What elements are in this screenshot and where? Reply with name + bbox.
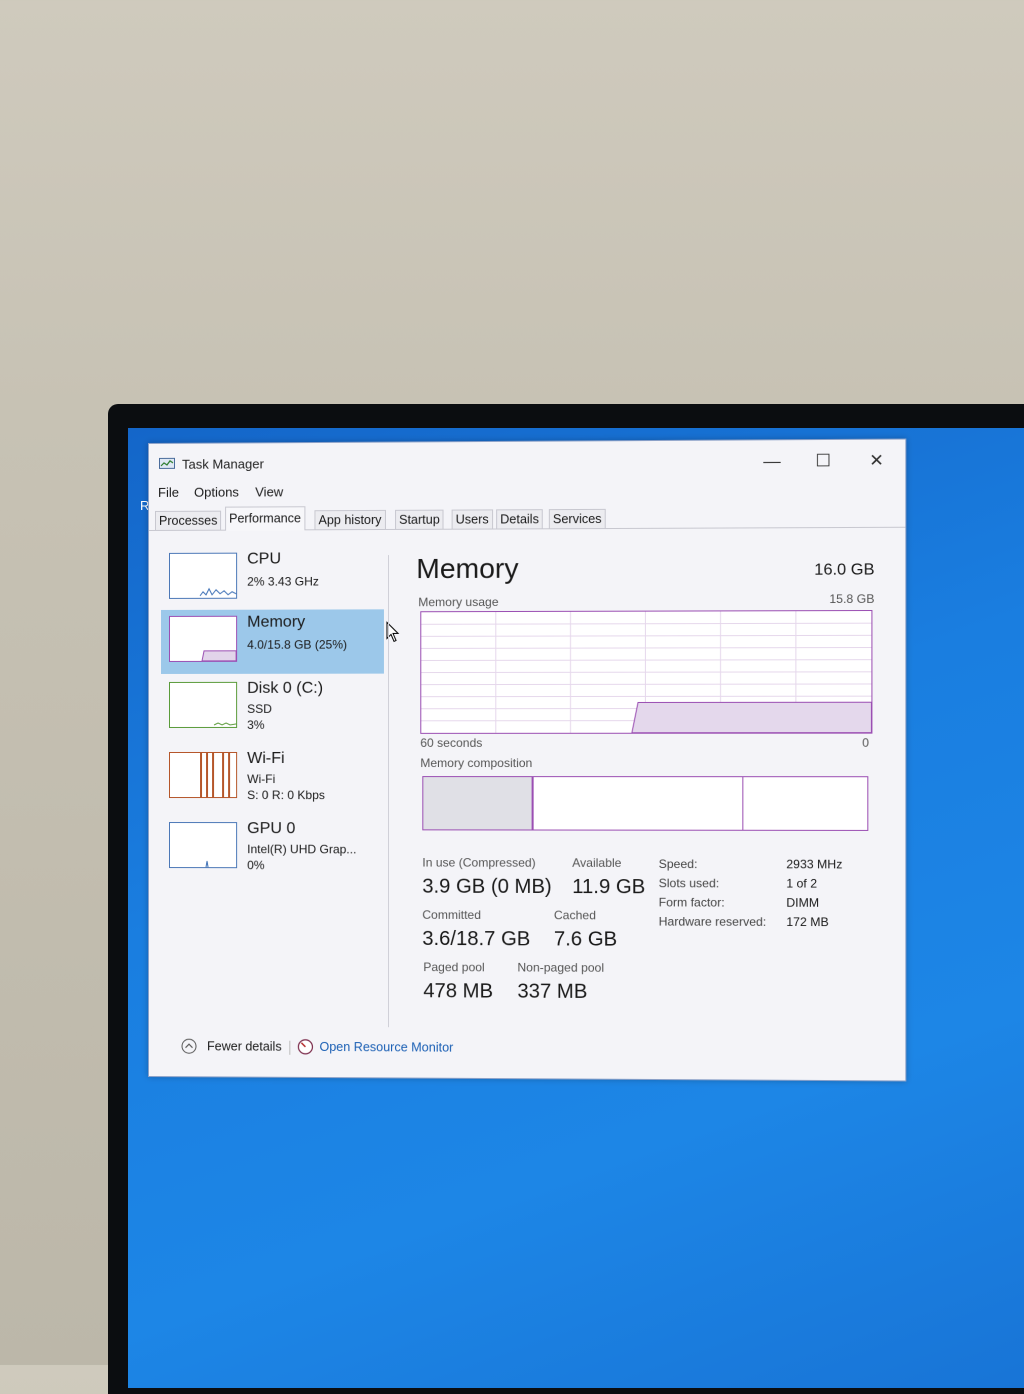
composition-divider [742,777,743,830]
menu-bar: File Options View [149,478,905,504]
wifi-thumbnail-graph [169,752,237,798]
composition-in-use [423,777,533,829]
in-use-value: 3.9 GB (0 MB) [422,876,551,899]
graph-gridline [421,660,871,661]
non-paged-pool-label: Non-paged pool [517,960,604,974]
sidebar-item-title: Memory [247,614,305,632]
tab-bar: Processes Performance App history Startu… [149,502,905,531]
committed-label: Committed [422,908,481,922]
sidebar-item-detail: 2% 3.43 GHz [247,574,319,588]
cached-label: Cached [554,908,596,922]
memory-composition-bar [422,776,868,831]
usage-graph-max: 15.8 GB [829,592,874,606]
sidebar-item-wifi[interactable]: Wi-Fi Wi-Fi S: 0 R: 0 Kbps [161,746,384,810]
usage-graph-label: Memory usage [418,595,498,609]
disk-thumbnail-graph [169,682,237,728]
spec-form-factor-label: Form factor: [659,895,725,909]
non-paged-pool-value: 337 MB [517,981,587,1004]
spec-hardware-reserved-label: Hardware reserved: [659,914,767,928]
paged-pool-value: 478 MB [423,980,493,1003]
graph-gridline [421,684,871,685]
tab-services[interactable]: Services [549,509,606,528]
graph-gridline [421,672,871,673]
maximize-button[interactable]: ☐ [803,446,844,477]
tab-users[interactable]: Users [452,509,493,528]
in-use-label: In use (Compressed) [422,855,535,869]
graph-axis-right: 0 [862,736,869,750]
cached-value: 7.6 GB [554,928,617,951]
sidebar-item-gpu[interactable]: GPU 0 Intel(R) UHD Grap... 0% [161,816,384,881]
available-label: Available [572,856,621,870]
spec-slots-value: 1 of 2 [786,876,817,890]
spec-speed-label: Speed: [659,857,698,871]
page-title: Memory [416,553,518,586]
spec-form-factor-value: DIMM [786,896,819,910]
tab-performance[interactable]: Performance [225,506,305,530]
sidebar-item-title: CPU [247,550,281,568]
sidebar-item-detail: Intel(R) UHD Grap... [247,842,356,856]
spec-speed-value: 2933 MHz [786,857,842,871]
graph-gridline [421,696,871,697]
footer-separator [289,1041,290,1055]
menu-view[interactable]: View [255,484,283,499]
chevron-up-icon[interactable] [181,1038,197,1054]
minimize-button[interactable]: — [752,446,793,477]
footer: Fewer details Open Resource Monitor [181,1038,905,1064]
tab-startup[interactable]: Startup [395,510,444,529]
tab-app-history[interactable]: App history [314,510,385,529]
cpu-thumbnail-graph [169,553,237,599]
sidebar-item-throughput: S: 0 R: 0 Kbps [247,788,325,802]
title-bar[interactable]: Task Manager — ☐ ✕ [149,440,905,484]
menu-file[interactable]: File [158,485,179,500]
memory-usage-area [632,702,871,733]
window-title: Task Manager [182,456,264,471]
sidebar-item-detail: Wi-Fi [247,772,275,786]
spec-slots-label: Slots used: [659,876,720,890]
resource-monitor-icon[interactable] [297,1039,313,1055]
tab-processes[interactable]: Processes [155,511,221,530]
graph-axis-left: 60 seconds [420,736,482,750]
fewer-details-button[interactable]: Fewer details [207,1039,282,1053]
graph-gridline [421,647,871,648]
memory-thumbnail-graph [169,616,237,662]
sidebar-item-disk[interactable]: Disk 0 (C:) SSD 3% [161,676,384,740]
sidebar-item-title: Wi-Fi [247,750,284,768]
sidebar-item-usage: 0% [247,858,264,872]
menu-options[interactable]: Options [194,485,239,500]
sidebar-item-title: Disk 0 (C:) [247,680,323,698]
composition-label: Memory composition [420,756,532,770]
task-manager-window: Task Manager — ☐ ✕ File Options View Pro… [148,439,906,1082]
graph-gridline [421,635,871,636]
sidebar-item-title: GPU 0 [247,820,295,838]
sidebar-item-memory[interactable]: Memory 4.0/15.8 GB (25%) [161,609,384,674]
sidebar-item-cpu[interactable]: CPU 2% 3.43 GHz [161,546,384,611]
paged-pool-label: Paged pool [423,960,484,974]
tab-details[interactable]: Details [496,509,543,528]
memory-total: 16.0 GB [814,561,874,579]
gpu-thumbnail-graph [169,822,237,868]
panel-divider [388,555,389,1027]
sidebar-item-detail: SSD [247,702,272,716]
sidebar-item-usage: 3% [247,718,264,732]
open-resource-monitor-link[interactable]: Open Resource Monitor [319,1040,453,1055]
memory-usage-graph [420,610,872,734]
close-button[interactable]: ✕ [856,446,897,477]
spec-hardware-reserved-value: 172 MB [786,915,828,929]
available-value: 11.9 GB [572,876,645,899]
committed-value: 3.6/18.7 GB [422,928,530,952]
task-manager-icon [159,458,175,470]
graph-gridline [421,623,871,624]
sidebar-item-detail: 4.0/15.8 GB (25%) [247,638,347,652]
